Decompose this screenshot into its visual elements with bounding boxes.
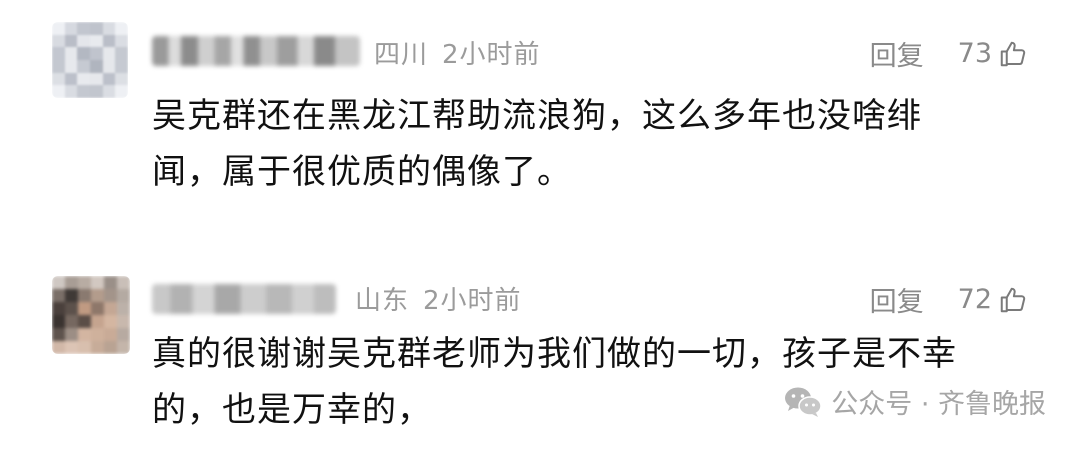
like-button[interactable]: 72 (958, 284, 1028, 315)
like-count: 73 (957, 38, 992, 69)
thumbs-up-icon (1000, 41, 1026, 66)
comment-location: 四川 (374, 40, 429, 70)
comment-text-line: 真的很谢谢吴克群老师为我们做的一切，孩子是不幸 (152, 334, 957, 374)
thumbs-up-icon (1000, 287, 1026, 312)
like-count: 72 (957, 284, 992, 315)
username-blurred[interactable] (152, 36, 360, 66)
comment-actions: 回复 73 (870, 34, 1028, 73)
comment-meta: 四川 2小时前 (374, 34, 541, 71)
avatar[interactable] (52, 22, 128, 98)
comment-text-line: 闻，属于很优质的偶像了。 (152, 152, 572, 192)
watermark-text: 公众号 · 齐鲁晚报 (831, 389, 1046, 420)
avatar[interactable] (52, 276, 130, 354)
watermark: 公众号 · 齐鲁晚报 (783, 382, 1046, 421)
comment-meta: 山东 2小时前 (355, 280, 522, 317)
wechat-icon (785, 387, 822, 417)
reply-button[interactable]: 回复 (870, 34, 924, 73)
comment-text-line: 吴克群还在黑龙江帮助流浪狗，这么多年也没啥绯 (152, 96, 922, 136)
username-blurred[interactable] (152, 284, 336, 314)
comment-location: 山东 (355, 286, 410, 316)
reply-button[interactable]: 回复 (870, 280, 924, 319)
comment-item: 四川 2小时前 回复 73 吴克群还在黑龙江帮助流浪狗，这么多年也没啥绯 闻，属于… (0, 0, 1080, 230)
comment-time: 2小时前 (423, 286, 522, 316)
comment-text: 吴克群还在黑龙江帮助流浪狗，这么多年也没啥绯 闻，属于很优质的偶像了。 (152, 88, 1032, 200)
like-button[interactable]: 73 (958, 38, 1028, 69)
comment-actions: 回复 72 (870, 280, 1028, 319)
comment-time: 2小时前 (442, 40, 541, 70)
